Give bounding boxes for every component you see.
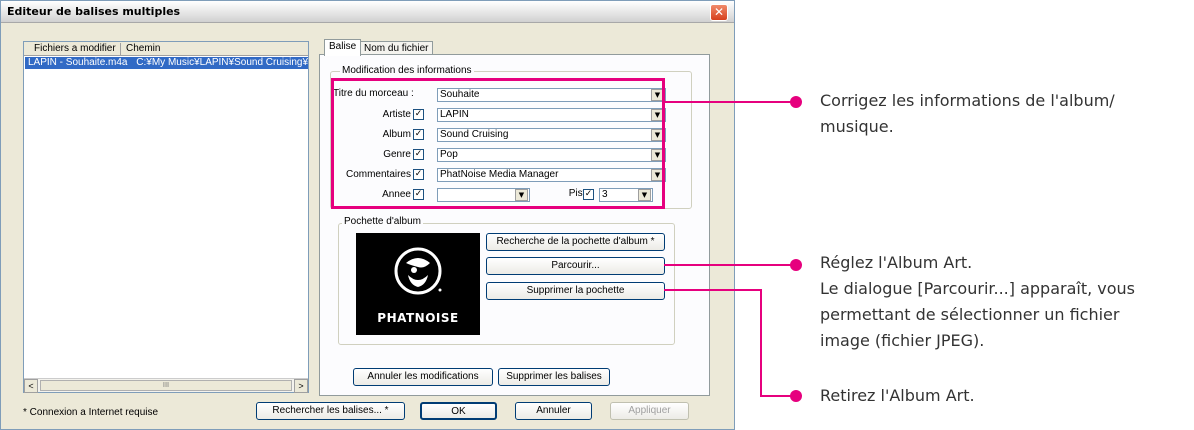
annotation-line: permettant de sélectionner un fichier (820, 305, 1120, 324)
info-callout-dot (790, 96, 802, 108)
album-art-group-title: Pochette d'album (342, 216, 423, 227)
cancel-changes-button[interactable]: Annuler les modifications (353, 368, 493, 386)
file-list[interactable]: Fichiers a modifier Chemin LAPIN - Souha… (23, 41, 309, 393)
album-art-annotation: Réglez l'Album Art. Le dialogue [Parcour… (820, 250, 1135, 354)
file-name: LAPIN - Souhaite.m4a (28, 57, 128, 68)
cancel-button[interactable]: Annuler (515, 402, 592, 420)
delete-tags-button[interactable]: Supprimer les balises (498, 368, 610, 386)
browse-button[interactable]: Parcourir... (486, 257, 665, 275)
album-art-callout-line (664, 264, 794, 266)
title-bar[interactable]: Editeur de balises multiples ✕ (1, 1, 734, 23)
apply-button[interactable]: Appliquer (610, 402, 689, 420)
scroll-right-icon[interactable]: > (294, 379, 308, 393)
column-header-path[interactable]: Chemin (122, 43, 308, 55)
annotation-line: musique. (820, 117, 894, 136)
tab-balise[interactable]: Balise (324, 39, 362, 56)
table-row[interactable]: LAPIN - Souhaite.m4a C:¥My Music¥LAPIN¥S… (25, 57, 308, 69)
info-annotation: Corrigez les informations de l'album/ mu… (820, 88, 1115, 140)
internet-required-note: * Connexion a Internet requise (23, 407, 159, 418)
file-path: C:¥My Music¥LAPIN¥Sound Cruising¥ (136, 57, 308, 68)
annotation-line: Corrigez les informations de l'album/ (820, 91, 1115, 110)
column-header-files[interactable]: Fichiers a modifier (30, 43, 121, 55)
remove-callout-line-h1 (664, 289, 762, 291)
annotation-line: image (fichier JPEG). (820, 331, 985, 350)
info-callout-line (664, 101, 794, 103)
remove-callout-dot (790, 390, 802, 402)
close-icon[interactable]: ✕ (710, 4, 728, 21)
horizontal-scrollbar[interactable]: < III > (24, 378, 308, 393)
remove-annotation: Retirez l'Album Art. (820, 386, 975, 405)
album-art-image: PHATNOISE (356, 233, 480, 335)
search-album-art-button[interactable]: Recherche de la pochette d'album * (486, 233, 665, 251)
remove-callout-line-v (760, 289, 762, 397)
file-list-header: Fichiers a modifier Chemin (24, 42, 308, 56)
window-title: Editeur de balises multiples (7, 5, 181, 18)
search-tags-button[interactable]: Rechercher les balises... * (256, 402, 405, 420)
scroll-thumb[interactable]: III (40, 380, 292, 391)
album-art-callout-dot (790, 259, 802, 271)
info-group-title: Modification des informations (340, 65, 474, 76)
annotation-line: Réglez l'Album Art. (820, 253, 973, 272)
delete-album-art-button[interactable]: Supprimer la pochette (486, 282, 665, 300)
remove-callout-line-h2 (760, 395, 794, 397)
scroll-left-icon[interactable]: < (24, 379, 38, 393)
info-highlight-frame (331, 78, 665, 209)
phatnoise-logo-text: PHATNOISE (377, 311, 459, 325)
annotation-line: Le dialogue [Parcourir...] apparaît, vou… (820, 279, 1136, 298)
ok-button[interactable]: OK (420, 402, 497, 420)
tag-editor-window: Editeur de balises multiples ✕ Fichiers … (0, 0, 735, 430)
